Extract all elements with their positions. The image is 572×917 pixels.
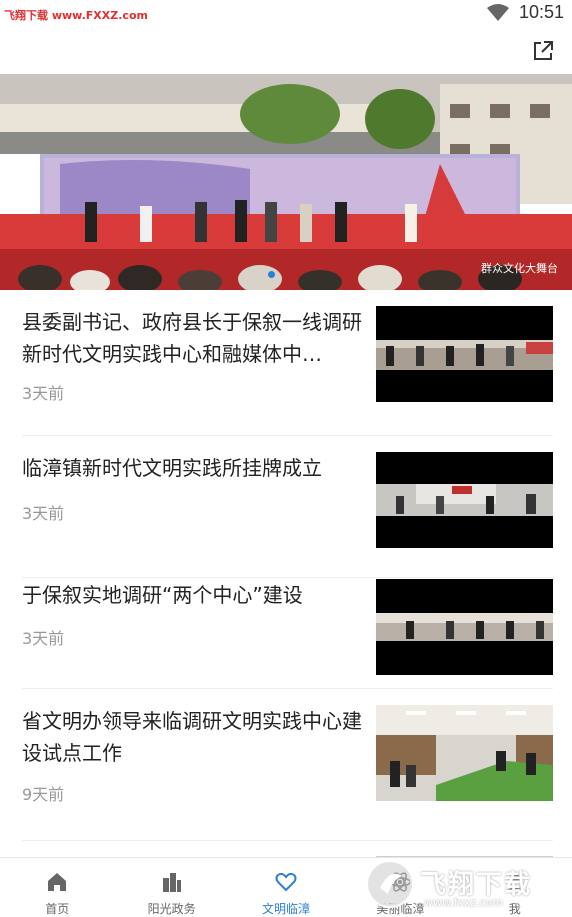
wifi-icon (486, 3, 509, 21)
status-bar: 飞翔下载 www.FXXZ.com 10:51 (0, 0, 572, 28)
status-icons: 10:51 (486, 2, 564, 23)
news-item-2[interactable]: 临漳镇新时代文明实践所挂牌成立 3天前 (22, 452, 553, 578)
tab-label: 文明临漳 (261, 902, 310, 916)
news-time: 3天前 (22, 384, 65, 403)
tab-government[interactable]: 阳光政务 (114, 858, 228, 917)
atom-icon (389, 872, 412, 892)
user-icon (505, 873, 524, 892)
news-item-4[interactable]: 省文明办领导来临调研文明实践中心建设试点工作 9天前 (22, 705, 553, 841)
news-item-3[interactable]: 于保叙实地调研“两个中心”建设 3天前 (22, 579, 553, 689)
news-time: 3天前 (22, 504, 65, 523)
top-bar (0, 28, 572, 74)
news-title: 临漳镇新时代文明实践所挂牌成立 (22, 456, 322, 480)
heart-icon (275, 872, 297, 892)
tab-home[interactable]: 首页 (0, 858, 114, 917)
status-time: 10:51 (518, 2, 564, 22)
tab-label: 阳光政务 (147, 902, 196, 916)
site-watermark: 飞翔下载 www.FXXZ.com (4, 9, 148, 22)
tab-label: 美丽临漳 (376, 902, 425, 916)
banner-image (0, 74, 572, 290)
bottom-tab-bar: 首页 阳光政务 文明临漳 美丽临漳 我 (0, 857, 572, 917)
tab-me[interactable]: 我 (458, 858, 572, 917)
banner-carousel[interactable]: 群众文化大舞台 (0, 74, 572, 290)
banner-caption: 群众文化大舞台 (481, 262, 558, 275)
tab-civilization[interactable]: 文明临漳 (229, 858, 343, 917)
news-item-1[interactable]: 县委副书记、政府县长于保叙一线调研新时代文明实践中心和融媒体中… 3天前 (22, 306, 553, 436)
share-external-icon[interactable] (532, 40, 554, 62)
news-title: 省文明办领导来临调研文明实践中心建设试点工作 (22, 709, 362, 765)
news-time: 9天前 (22, 785, 65, 804)
news-title: 于保叙实地调研“两个中心”建设 (22, 583, 303, 607)
news-thumbnail (376, 452, 553, 548)
home-icon (48, 873, 67, 891)
buildings-icon (162, 873, 181, 892)
tab-beautiful[interactable]: 美丽临漳 (343, 858, 457, 917)
news-thumbnail (376, 306, 553, 402)
news-time: 3天前 (22, 629, 65, 648)
news-thumbnail (376, 579, 553, 675)
carousel-indicator (268, 271, 275, 278)
tab-label: 首页 (45, 902, 70, 916)
news-thumbnail (376, 705, 553, 801)
tab-label: 我 (508, 902, 521, 916)
carousel-dot-active (268, 271, 275, 278)
news-title: 县委副书记、政府县长于保叙一线调研新时代文明实践中心和融媒体中… (22, 310, 362, 366)
